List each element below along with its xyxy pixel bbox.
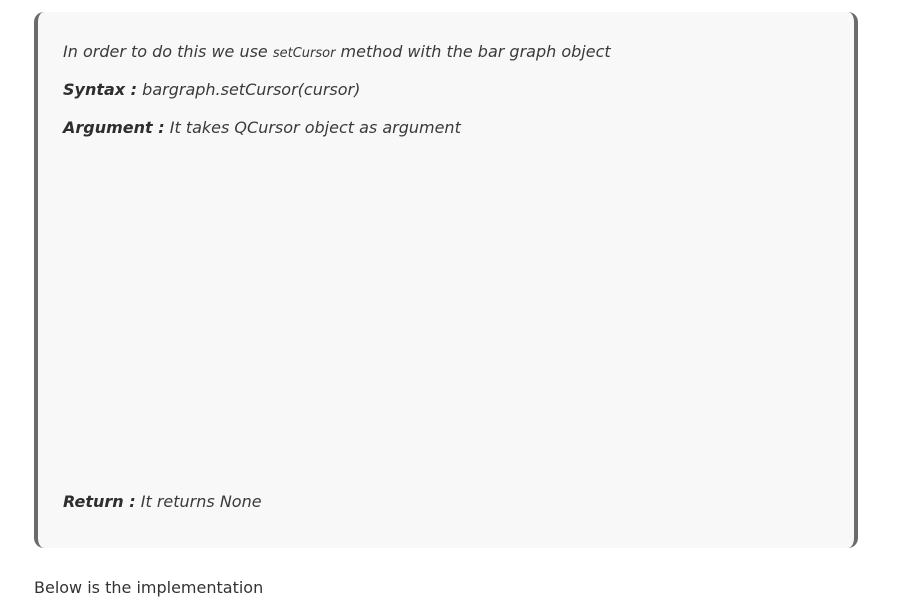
info-card: In order to do this we use setCursor met…: [34, 12, 858, 548]
argument-label: Argument :: [63, 118, 165, 137]
intro-text-after: method with the bar graph object: [335, 42, 611, 61]
return-text: It returns None: [135, 492, 262, 511]
argument-line: Argument : It takes QCursor object as ar…: [63, 118, 461, 137]
syntax-label: Syntax :: [63, 80, 138, 99]
syntax-text: bargraph.setCursor(cursor): [137, 80, 361, 99]
argument-text: It takes QCursor object as argument: [164, 118, 461, 137]
implementation-intro-text: Below is the implementation: [34, 578, 264, 597]
intro-text-before: In order to do this we use: [63, 42, 273, 61]
return-line: Return : It returns None: [63, 492, 262, 511]
method-name-code: setCursor: [272, 46, 336, 61]
syntax-line: Syntax : bargraph.setCursor(cursor): [63, 80, 360, 99]
return-label: Return :: [63, 492, 136, 511]
intro-line: In order to do this we use setCursor met…: [63, 42, 611, 61]
